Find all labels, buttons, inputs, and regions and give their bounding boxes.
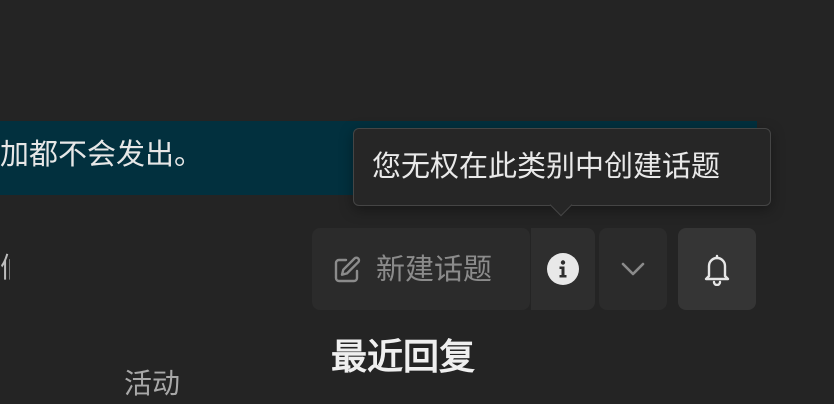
new-topic-button[interactable]: 新建话题 [312,228,530,310]
permission-tooltip: 您无权在此类别中创建话题 [353,128,771,217]
topic-options-dropdown[interactable] [599,228,667,310]
info-circle-icon [546,252,580,286]
tooltip-text: 您无权在此类别中创建话题 [372,149,721,183]
new-topic-label: 新建话题 [376,252,493,286]
bell-icon [701,252,733,286]
tooltip-arrow [549,193,573,217]
recent-replies-title: 最近回复 [331,337,476,378]
pencil-square-icon [332,253,364,285]
activity-column-header: 活动 [124,367,181,400]
info-button[interactable] [531,228,595,310]
page: 加都不会发出。 们 您无权在此类别中创建话题 新建话题 [0,0,834,404]
notifications-button[interactable] [678,228,756,310]
notice-banner-text: 加都不会发出。 [0,137,204,171]
chevron-down-icon [620,261,646,277]
left-text-fragment: 们 [0,250,10,286]
